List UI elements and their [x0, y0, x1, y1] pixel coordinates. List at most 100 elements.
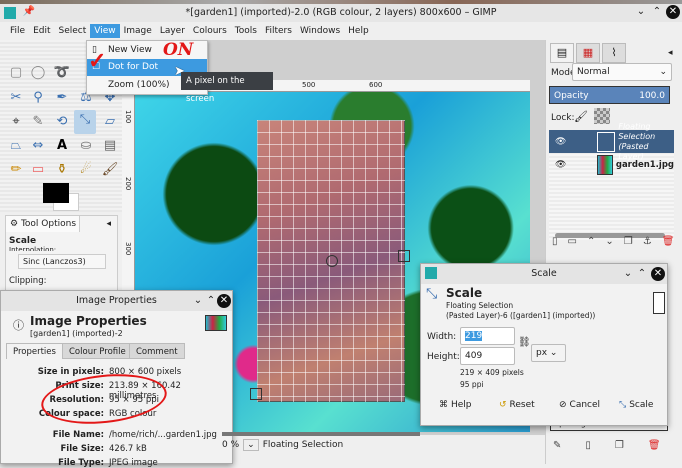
crop-icon[interactable]: ✎	[28, 112, 48, 132]
scale-handle[interactable]	[398, 250, 410, 262]
new-group-icon[interactable]: ▭	[568, 236, 577, 247]
foreground-color-swatch[interactable]	[43, 183, 69, 203]
close-button[interactable]: ✕	[217, 294, 231, 308]
anchor-icon[interactable]: ⚓	[643, 236, 652, 247]
dialog-subtitle: (Pasted Layer)-6 ([garden1] (imported))	[446, 311, 596, 320]
height-input[interactable]: 409	[460, 347, 515, 365]
menu-layer[interactable]: Layer	[156, 24, 189, 38]
menu-edit[interactable]: Edit	[29, 24, 54, 38]
zoom-dropdown-icon[interactable]: ⌄	[243, 439, 259, 451]
cancel-button[interactable]: ⊘ Cancel	[559, 400, 600, 410]
minimize-button[interactable]: ⌄	[191, 294, 205, 308]
close-button[interactable]: ✕	[666, 5, 680, 19]
scale-button[interactable]: ⤡ Scale	[619, 400, 653, 410]
scale-tool-icon[interactable]: ⤡	[74, 110, 96, 134]
statusbar: 0 % ⌄ Floating Selection	[222, 436, 420, 454]
mode-select[interactable]: Normal ⌄	[572, 63, 672, 81]
layer-row-floating[interactable]: 👁 Floating Selection (Pasted Layer)	[549, 122, 674, 161]
eraser-icon[interactable]: ▭	[28, 160, 48, 180]
menu-file[interactable]: File	[6, 24, 29, 38]
layers-tab-icon[interactable]: ▤	[550, 43, 574, 63]
shear-icon[interactable]: ▱	[100, 112, 120, 132]
ruler-label: 300	[124, 242, 132, 256]
maximize-button[interactable]: ⌃	[204, 294, 218, 308]
channels-tab-icon[interactable]: ▦	[576, 43, 600, 63]
clone-icon[interactable]: ⚱	[52, 160, 72, 180]
mode-value: Normal	[577, 67, 610, 77]
pin-icon[interactable]: 📌	[22, 5, 36, 19]
lasso-icon[interactable]: ➰	[52, 63, 72, 83]
duplicate-layer-icon[interactable]: ❐	[624, 236, 633, 247]
reset-button[interactable]: ↺ Reset	[499, 400, 535, 410]
scissors-icon[interactable]: ✂	[6, 88, 26, 108]
scale-handle[interactable]	[250, 388, 262, 400]
status-message: Floating Selection	[262, 440, 344, 450]
unit-select[interactable]: px ⌄	[531, 344, 566, 362]
edit-icon[interactable]: ✎	[553, 440, 561, 451]
reset-icon: ↺	[499, 400, 507, 410]
layer-thumbnail	[597, 154, 613, 175]
help-button[interactable]: ⌘ Help	[439, 400, 472, 410]
lock-pixels-icon[interactable]: 🖌	[574, 110, 588, 123]
delete-icon[interactable]: 🗑	[648, 440, 661, 451]
smudge-icon[interactable]: ☄	[76, 160, 96, 180]
gradient-icon[interactable]: ▤	[100, 136, 120, 156]
menu-select[interactable]: Select	[55, 24, 91, 38]
perspective-icon[interactable]: ⏢	[6, 136, 26, 156]
eye-icon[interactable]: 👁	[555, 137, 566, 147]
menu-tools[interactable]: Tools	[231, 24, 261, 38]
menu-view[interactable]: View	[90, 24, 120, 38]
scale-center-handle[interactable]	[326, 255, 338, 267]
opacity-slider[interactable]: Opacity 100.0	[549, 86, 670, 104]
paths-tab-icon[interactable]: ⌇	[602, 43, 626, 63]
lower-layer-icon[interactable]: ⌄	[605, 236, 613, 247]
pencil-icon[interactable]: ✏	[6, 160, 26, 180]
maximize-button[interactable]: ⌃	[635, 267, 649, 281]
paintbrush-icon[interactable]: 🖌	[100, 160, 120, 180]
width-label: Width:	[427, 332, 457, 342]
raise-layer-icon[interactable]: ⌃	[587, 236, 595, 247]
menu-filters[interactable]: Filters	[261, 24, 296, 38]
tool-options-tab[interactable]: ⚙ Tool Options	[6, 216, 80, 232]
panel-menu-icon[interactable]: ◂	[106, 219, 111, 229]
new-icon[interactable]: ▯	[585, 440, 591, 451]
scale-tool-icon: ⤡	[426, 286, 438, 302]
new-layer-icon[interactable]: ▯	[552, 236, 558, 247]
bucket-fill-icon[interactable]: ⛀	[76, 136, 96, 156]
color-picker-icon[interactable]: ✒	[52, 88, 72, 108]
layers-list: 👁 Floating Selection (Pasted Layer) 👁 gar…	[549, 122, 674, 240]
layer-actions: ▯ ▭ ⌃ ⌄ ❐ ⚓ 🗑	[552, 236, 674, 247]
tab-comment[interactable]: Comment	[129, 343, 185, 359]
maximize-button[interactable]: ⌃	[650, 5, 664, 19]
zoom-value[interactable]: 0 %	[222, 440, 239, 450]
menu-help[interactable]: Help	[344, 24, 373, 38]
rect-select-icon[interactable]: ▢	[6, 63, 26, 83]
button-label: Help	[451, 400, 472, 410]
rotate-icon[interactable]: ⟲	[52, 112, 72, 132]
layer-row-garden1[interactable]: 👁 garden1.jpg	[549, 153, 674, 176]
ruler-label: 600	[369, 81, 383, 89]
lock-alpha-icon[interactable]	[594, 108, 610, 124]
flip-icon[interactable]: ⇔	[28, 136, 48, 156]
menu-windows[interactable]: Windows	[296, 24, 344, 38]
width-input[interactable]: 219	[460, 327, 515, 345]
interpolation-select[interactable]: Sinc (Lanczos3)	[18, 254, 106, 269]
menu-colours[interactable]: Colours	[189, 24, 231, 38]
text-tool-icon[interactable]: A	[52, 136, 72, 156]
duplicate-icon[interactable]: ❐	[615, 440, 624, 451]
menubar: File Edit Select View Image Layer Colour…	[0, 22, 545, 40]
tab-colour-profile[interactable]: Colour Profile	[62, 343, 133, 359]
menu-image[interactable]: Image	[120, 24, 156, 38]
close-button[interactable]: ✕	[651, 267, 665, 281]
ellipse-select-icon[interactable]: ◯	[28, 63, 48, 83]
minimize-button[interactable]: ⌄	[634, 5, 648, 19]
align-icon[interactable]: ⌖	[6, 112, 26, 132]
foreground-select-icon[interactable]: ⚲	[28, 88, 48, 108]
annotation-on: ON	[163, 40, 194, 60]
chain-link-icon[interactable]: ⛓	[518, 337, 531, 348]
eye-icon[interactable]: 👁	[555, 160, 566, 170]
tab-properties[interactable]: Properties	[6, 343, 63, 359]
delete-layer-icon[interactable]: 🗑	[662, 236, 675, 247]
minimize-button[interactable]: ⌄	[621, 267, 635, 281]
dock-menu-icon[interactable]: ◂	[668, 48, 673, 58]
